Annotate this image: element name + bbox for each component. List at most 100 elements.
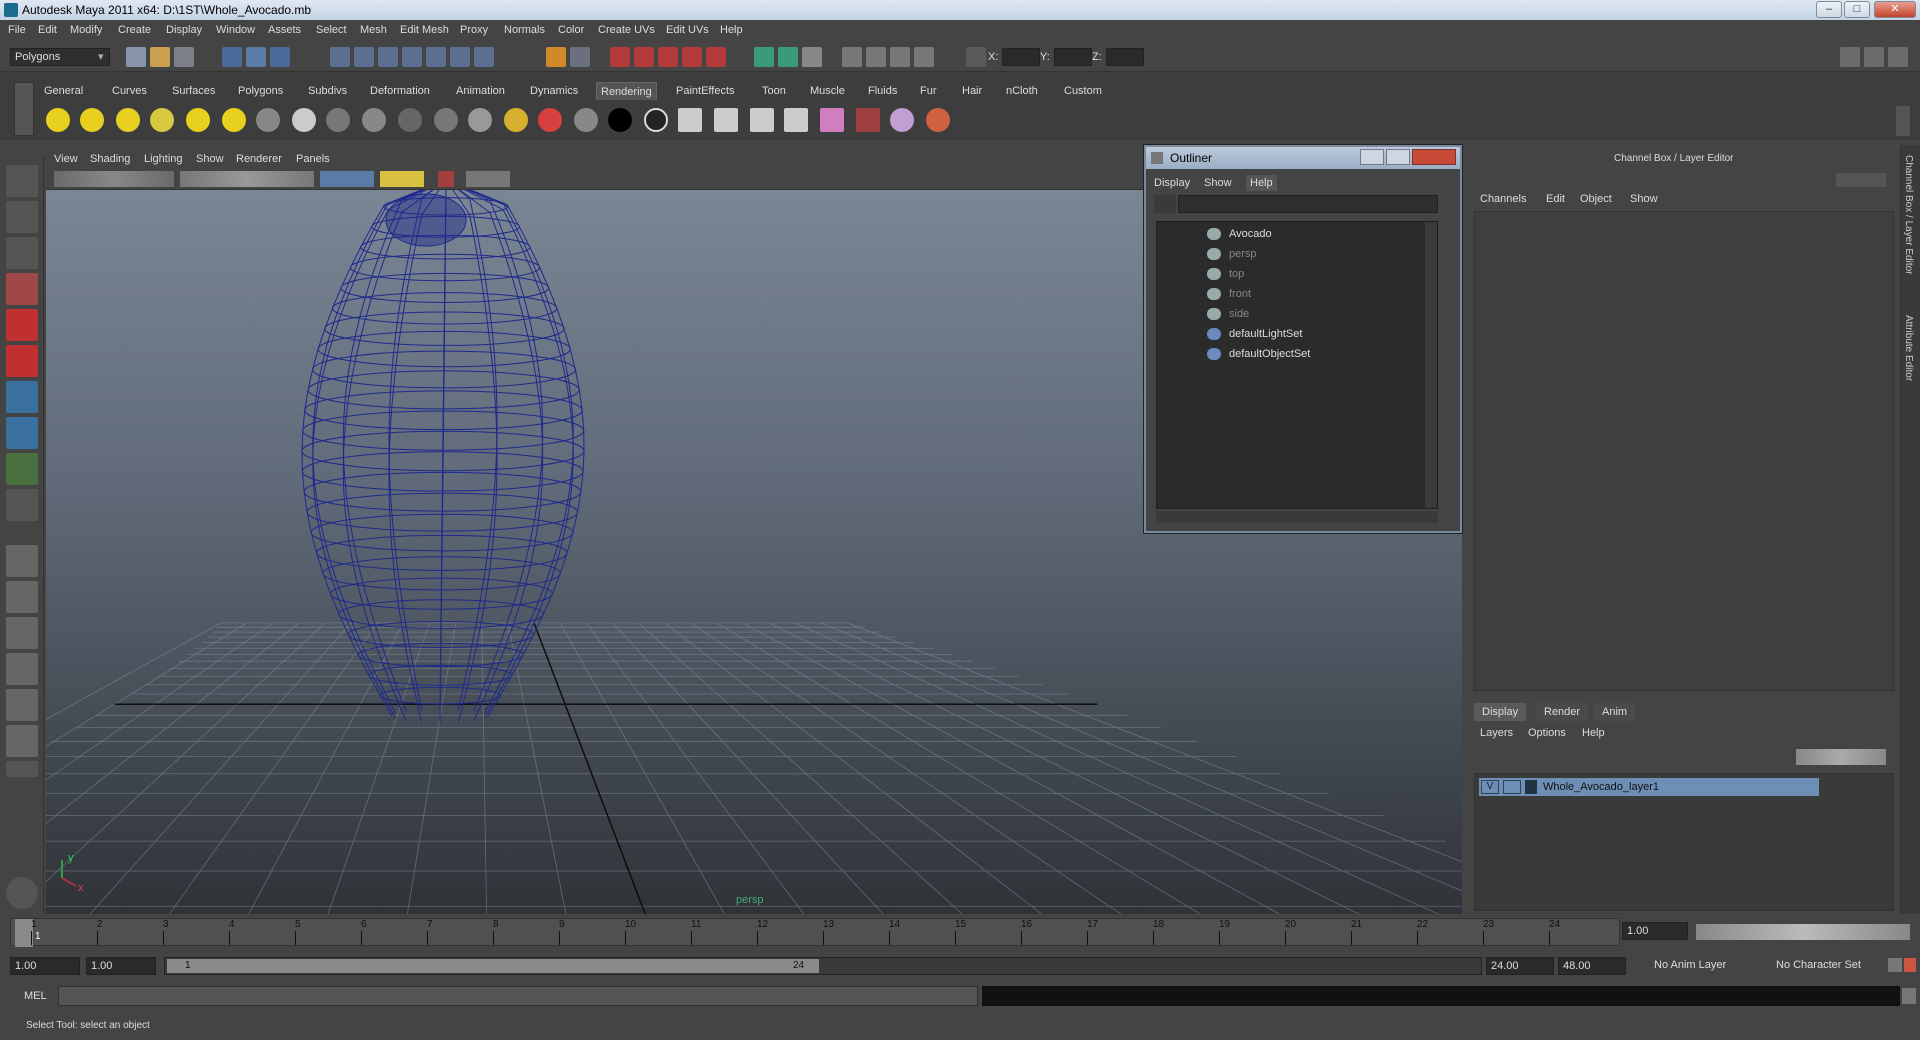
layer-menu-help[interactable]: Help xyxy=(1582,727,1605,739)
outliner-item-defaultlightset[interactable]: defaultLightSet xyxy=(1229,328,1302,340)
ipr-icon[interactable] xyxy=(714,108,738,132)
channel-box-toggle-icon[interactable] xyxy=(1888,47,1908,67)
outliner-item-top[interactable]: top xyxy=(1229,268,1244,280)
outliner-close-button[interactable] xyxy=(1412,149,1456,165)
input-lock-icon[interactable] xyxy=(546,47,566,67)
vp-menu-view[interactable]: View xyxy=(54,153,78,165)
current-time-field[interactable]: 1.00 xyxy=(1622,922,1688,940)
isolate-select-icon[interactable] xyxy=(438,171,454,187)
shelf-tab-ncloth[interactable]: nCloth xyxy=(1002,82,1042,100)
cb-menu-edit[interactable]: Edit xyxy=(1546,193,1565,205)
layered-shader-icon[interactable] xyxy=(468,108,492,132)
render-settings-shelf-icon[interactable] xyxy=(784,108,808,132)
paint-icon[interactable] xyxy=(926,108,950,132)
playback-end-field[interactable]: 24.00 xyxy=(1486,957,1554,975)
menu-file[interactable]: File xyxy=(8,24,26,36)
snap-plane-icon[interactable] xyxy=(402,47,422,67)
absolute-transform-icon[interactable] xyxy=(914,47,934,67)
z-input[interactable] xyxy=(1106,48,1144,66)
snap-grid-icon[interactable] xyxy=(330,47,350,67)
persp-hypershade-icon[interactable] xyxy=(6,689,38,721)
render-view-shelf-icon[interactable] xyxy=(856,108,880,132)
lambert-icon[interactable] xyxy=(292,108,316,132)
outliner-item-persp[interactable]: persp xyxy=(1229,248,1257,260)
shelf-tab-subdivs[interactable]: Subdivs xyxy=(304,82,351,100)
anisotropic-icon[interactable] xyxy=(434,108,458,132)
shelf-tab-hair[interactable]: Hair xyxy=(958,82,986,100)
ramp-shader-icon[interactable] xyxy=(504,108,528,132)
options-icon[interactable] xyxy=(890,47,910,67)
open-scene-icon[interactable] xyxy=(150,47,170,67)
outliner-horizontal-scrollbar[interactable] xyxy=(1156,511,1438,523)
persp-graph-icon[interactable] xyxy=(6,653,38,685)
menu-create-uvs[interactable]: Create UVs xyxy=(598,24,655,36)
select-object-icon[interactable] xyxy=(246,47,266,67)
object-details-icon[interactable] xyxy=(842,47,862,67)
shelf-tab-animation[interactable]: Animation xyxy=(452,82,509,100)
layer-tab-render[interactable]: Render xyxy=(1536,703,1589,721)
lighting-mode-icons[interactable] xyxy=(380,171,424,187)
menu-assets[interactable]: Assets xyxy=(268,24,301,36)
shelf-tab-polygons[interactable]: Polygons xyxy=(234,82,287,100)
vp-menu-lighting[interactable]: Lighting xyxy=(144,153,183,165)
vp-menu-show[interactable]: Show xyxy=(196,153,224,165)
save-scene-icon[interactable] xyxy=(174,47,194,67)
history-icon[interactable] xyxy=(450,47,470,67)
layer-menu-layers[interactable]: Layers xyxy=(1480,727,1513,739)
more-layouts-icon[interactable] xyxy=(6,761,38,777)
shelf-tab-muscle[interactable]: Muscle xyxy=(806,82,849,100)
command-input[interactable] xyxy=(58,986,978,1006)
snap-point-icon[interactable] xyxy=(378,47,398,67)
menu-modify[interactable]: Modify xyxy=(70,24,102,36)
hypershade-shelf-icon[interactable] xyxy=(820,108,844,132)
playback-start-field[interactable]: 1.00 xyxy=(86,957,156,975)
shelf-tab-curves[interactable]: Curves xyxy=(108,82,151,100)
persp-graph-outliner-icon[interactable] xyxy=(6,725,38,757)
toggle-panel-icon[interactable] xyxy=(778,47,798,67)
snap-curve-icon[interactable] xyxy=(354,47,374,67)
time-slider[interactable]: 1 1 2 3 4 5 6 7 8 9 10 11 12 13 14 15 16 17 18 19 20 21 22 23 2… xyxy=(0,914,1920,950)
single-view-icon[interactable] xyxy=(6,545,38,577)
menu-set-select[interactable]: Polygons xyxy=(10,48,110,66)
menu-create[interactable]: Create xyxy=(118,24,151,36)
batch-render-icon[interactable] xyxy=(750,108,774,132)
vp-menu-panels[interactable]: Panels xyxy=(296,153,330,165)
shelf-tab-custom[interactable]: Custom xyxy=(1060,82,1106,100)
persp-outliner-icon[interactable] xyxy=(6,617,38,649)
point-light-icon[interactable] xyxy=(116,108,140,132)
area-light-icon[interactable] xyxy=(186,108,210,132)
layer-tab-anim[interactable]: Anim xyxy=(1594,703,1636,721)
key-icon[interactable] xyxy=(1888,958,1902,972)
outliner-vertical-scrollbar[interactable] xyxy=(1425,222,1437,508)
select-hierarchy-icon[interactable] xyxy=(222,47,242,67)
animation-preferences-icon[interactable] xyxy=(1904,958,1916,972)
attribute-editor-toggle-icon[interactable] xyxy=(1840,47,1860,67)
new-scene-icon[interactable] xyxy=(126,47,146,67)
menu-display[interactable]: Display xyxy=(166,24,202,36)
layer-display-type-toggle[interactable] xyxy=(1503,780,1521,794)
shading-mode-icons[interactable] xyxy=(320,171,374,187)
outliner-item-front[interactable]: front xyxy=(1229,288,1251,300)
rotate-tool-icon[interactable] xyxy=(6,309,38,341)
shelf-tab-surfaces[interactable]: Surfaces xyxy=(168,82,219,100)
outliner-item-side[interactable]: side xyxy=(1229,308,1249,320)
select-component-icon[interactable] xyxy=(270,47,290,67)
blinn-icon[interactable] xyxy=(326,108,350,132)
outliner-window[interactable]: Outliner Display Show Help Avocado persp… xyxy=(1144,145,1462,533)
character-set-dropdown[interactable]: No Character Set xyxy=(1772,957,1884,975)
phonge-icon[interactable] xyxy=(398,108,422,132)
cb-menu-show[interactable]: Show xyxy=(1630,193,1658,205)
shelf-tab-fur[interactable]: Fur xyxy=(916,82,941,100)
command-language-label[interactable]: MEL xyxy=(24,990,47,1002)
move-tool-icon[interactable] xyxy=(6,273,38,305)
layer-tab-display[interactable]: Display xyxy=(1474,703,1527,721)
shelf-tab-dynamics[interactable]: Dynamics xyxy=(526,82,582,100)
lasso-tool-icon[interactable] xyxy=(6,201,38,233)
shelf-tab-toon[interactable]: Toon xyxy=(758,82,790,100)
panel-layout-icon[interactable] xyxy=(754,47,774,67)
hypershade-icon[interactable] xyxy=(682,47,702,67)
side-tab-attribute-editor[interactable]: Attribute Editor xyxy=(1903,315,1914,381)
volume-light-icon[interactable] xyxy=(222,108,246,132)
outliner-item-avocado[interactable]: Avocado xyxy=(1229,228,1272,240)
maximize-button[interactable]: □ xyxy=(1844,1,1870,18)
